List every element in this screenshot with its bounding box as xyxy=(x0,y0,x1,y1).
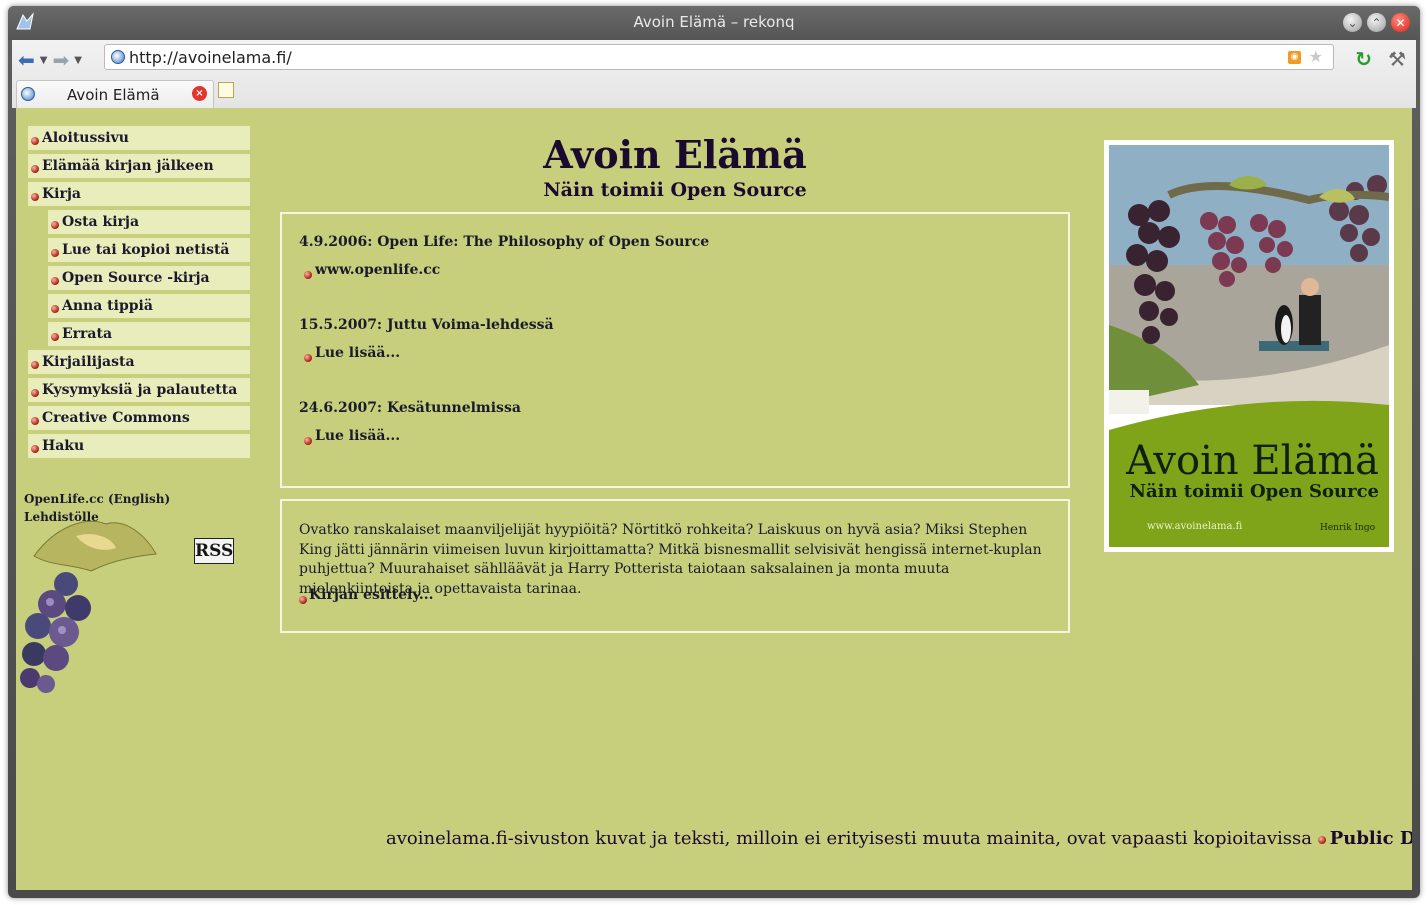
tab-bar: Avoin Elämä × xyxy=(12,78,1416,109)
tab-label: Avoin Elämä xyxy=(67,86,160,104)
bullet-icon xyxy=(31,417,39,425)
url-bar[interactable]: http://avoinelama.fi/ ◉ ★ xyxy=(104,44,1334,70)
rss-feed-icon[interactable]: ◉ xyxy=(1288,51,1301,64)
browser-toolbar: ⬅ ▼ ➡ ▼ http://avoinelama.fi/ ◉ ★ ↻ ⚒ Av… xyxy=(12,40,1416,109)
forward-history-chevron-icon[interactable]: ▼ xyxy=(74,55,82,66)
nav-item-elamaa-kirjan-jalkeen[interactable]: Elämää kirjan jälkeen xyxy=(28,154,250,178)
bullet-icon xyxy=(51,221,59,229)
nav-item-errata[interactable]: Errata xyxy=(48,322,250,346)
footer-text: avoinelama.fi-sivuston kuvat ja teksti, … xyxy=(386,828,1312,849)
bullet-icon xyxy=(304,437,312,445)
page-viewport: Aloitussivu Elämää kirjan jälkeen Kirja … xyxy=(16,108,1412,890)
cover-url: www.avoinelama.fi xyxy=(1147,521,1243,532)
new-tab-icon[interactable] xyxy=(218,82,234,98)
bullet-icon xyxy=(304,271,312,279)
cover-subtitle: Näin toimii Open Source xyxy=(1129,481,1379,502)
nav-item-osta-kirja[interactable]: Osta kirja xyxy=(48,210,250,234)
nav-item-aloitussivu[interactable]: Aloitussivu xyxy=(28,126,250,150)
book-cover-image[interactable]: Avoin Elämä Näin toimii Open Source www.… xyxy=(1104,140,1394,552)
nav-item-anna-tippia[interactable]: Anna tippiä xyxy=(48,294,250,318)
cover-author: Henrik Ingo xyxy=(1320,523,1375,533)
title-bar[interactable]: Avoin Elämä – rekonq ⌄ ⌃ ✕ xyxy=(8,6,1420,40)
bullet-icon xyxy=(51,305,59,313)
site-icon xyxy=(111,50,125,64)
nav-item-haku[interactable]: Haku xyxy=(28,434,250,458)
side-navigation: Aloitussivu Elämää kirjan jälkeen Kirja … xyxy=(28,126,250,462)
nav-item-kirja[interactable]: Kirja xyxy=(28,182,250,206)
page-title: Avoin Elämä xyxy=(543,132,807,177)
bullet-icon xyxy=(51,277,59,285)
bullet-icon xyxy=(31,165,39,173)
url-text[interactable]: http://avoinelama.fi/ xyxy=(129,48,292,67)
reload-icon[interactable]: ↻ xyxy=(1355,47,1372,71)
back-history-chevron-icon[interactable]: ▼ xyxy=(40,55,48,66)
back-icon[interactable]: ⬅ xyxy=(18,48,35,72)
nav-item-lue-tai-kopioi[interactable]: Lue tai kopioi netistä xyxy=(48,238,250,262)
maximize-icon[interactable]: ⌃ xyxy=(1367,13,1386,32)
page-heading: Avoin Elämä Näin toimii Open Source xyxy=(280,132,1070,202)
nav-item-kysymyksia[interactable]: Kysymyksiä ja palautetta xyxy=(28,378,250,402)
bullet-icon xyxy=(299,596,307,604)
minimize-icon[interactable]: ⌄ xyxy=(1343,13,1362,32)
bullet-icon xyxy=(31,389,39,397)
tab-avoin-elama[interactable]: Avoin Elämä × xyxy=(16,80,214,109)
news-title: 4.9.2006: Open Life: The Philosophy of O… xyxy=(299,234,710,250)
bullet-icon xyxy=(51,249,59,257)
bullet-icon xyxy=(304,354,312,362)
bullet-icon xyxy=(31,193,39,201)
tools-icon[interactable]: ⚒ xyxy=(1388,47,1406,71)
tab-close-icon[interactable]: × xyxy=(192,86,207,101)
bullet-icon xyxy=(31,137,39,145)
bullet-icon xyxy=(31,361,39,369)
news-title: 24.6.2007: Kesätunnelmissa xyxy=(299,400,521,416)
intro-box: Ovatko ranskalaiset maanviljelijät hyypi… xyxy=(280,499,1070,633)
news-title: 15.5.2007: Juttu Voima-lehdessä xyxy=(299,317,554,333)
cover-title: Avoin Elämä xyxy=(1126,438,1379,484)
news-box: 4.9.2006: Open Life: The Philosophy of O… xyxy=(280,212,1070,488)
tab-favicon-icon xyxy=(21,87,35,101)
browser-window: Avoin Elämä – rekonq ⌄ ⌃ ✕ ⬅ ▼ ➡ ▼ http:… xyxy=(8,6,1420,898)
grapes-decoration-image xyxy=(20,520,157,693)
close-window-icon[interactable]: ✕ xyxy=(1391,13,1410,32)
book-intro-link[interactable]: Kirjan esittely... xyxy=(299,587,433,604)
bookmark-star-icon[interactable]: ★ xyxy=(1309,47,1323,66)
bullet-icon xyxy=(31,445,39,453)
forward-icon[interactable]: ➡ xyxy=(52,48,69,72)
nav-item-creative-commons[interactable]: Creative Commons xyxy=(28,406,250,430)
window-title: Avoin Elämä – rekonq xyxy=(633,13,795,31)
public-domain-link[interactable]: Public Domain -ehdoin xyxy=(1317,828,1412,849)
openlife-link[interactable]: OpenLife.cc (English) xyxy=(24,490,170,508)
bullet-icon xyxy=(51,333,59,341)
bullet-icon xyxy=(1317,836,1326,844)
news-link[interactable]: www.openlife.cc xyxy=(304,262,440,279)
news-link[interactable]: Lue lisää... xyxy=(304,345,400,362)
page-subtitle: Näin toimii Open Source xyxy=(543,179,807,201)
nav-item-kirjailijasta[interactable]: Kirjailijasta xyxy=(28,350,250,374)
nav-item-open-source-kirja[interactable]: Open Source -kirja xyxy=(48,266,250,290)
page-footer: avoinelama.fi-sivuston kuvat ja teksti, … xyxy=(386,828,1412,849)
rss-link[interactable]: RSS xyxy=(194,538,234,564)
news-link[interactable]: Lue lisää... xyxy=(304,428,400,445)
